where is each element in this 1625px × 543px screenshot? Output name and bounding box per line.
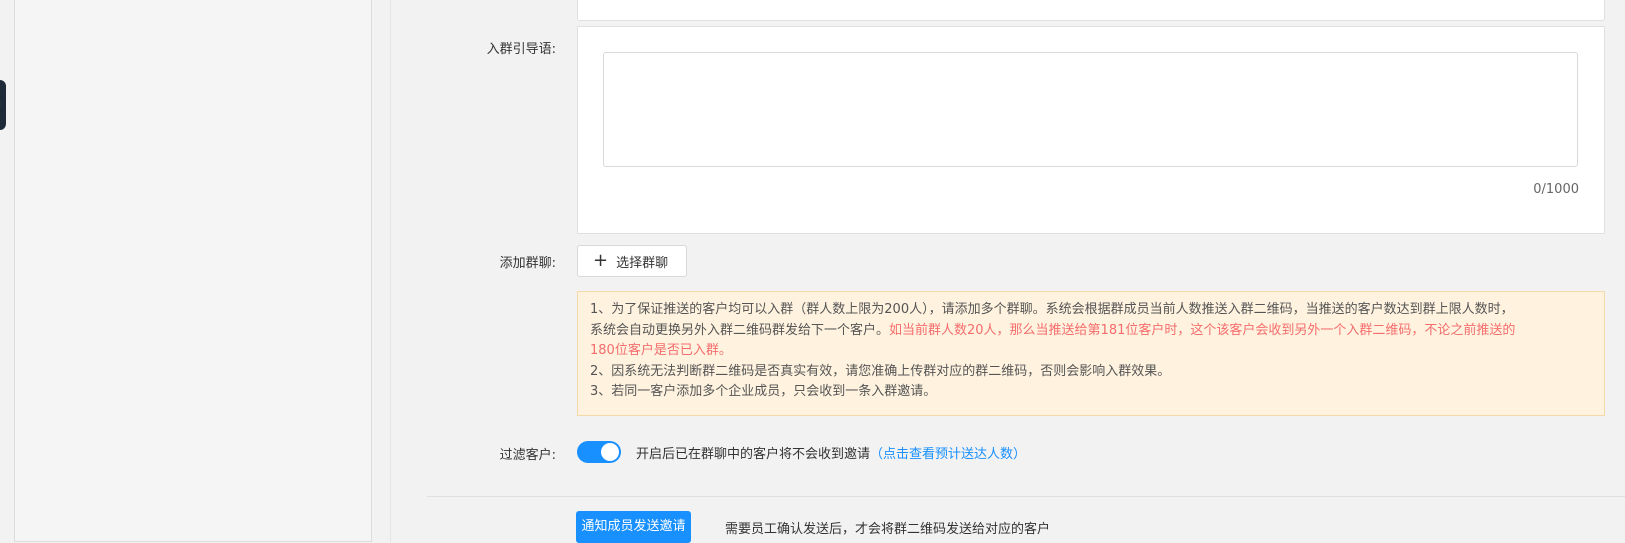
select-group-button[interactable]: + 选择群聊 [577, 245, 687, 277]
previous-field-box [577, 0, 1605, 21]
sidebar-collapse-tab[interactable]: ‹ [0, 80, 6, 130]
divider [427, 496, 1625, 497]
notify-members-button[interactable]: 通知成员发送邀请 [576, 511, 691, 543]
toggle-knob [601, 443, 619, 461]
notice-line-2-text: 系统会自动更换另外入群二维码群发给下一个客户。 [590, 322, 890, 338]
select-group-button-label: 选择群聊 [616, 255, 669, 271]
notify-hint: 需要员工确认发送后，才会将群二维码发送给对应的客户 [725, 522, 1051, 537]
add-group-label: 添加群聊: [499, 256, 556, 271]
chevron-left-icon: ‹ [0, 80, 1, 130]
notice-box: 1、为了保证推送的客户均可以入群（群人数上限为200人），请添加多个群聊。系统会… [577, 291, 1605, 416]
notice-line-2: 系统会自动更换另外入群二维码群发给下一个客户。如当前群人数20人，那么当推送给第… [590, 321, 1592, 342]
notice-line-4: 2、因系统无法判断群二维码是否真实有效，请您准确上传群对应的群二维码，否则会影响… [590, 363, 1171, 379]
filter-text: 开启后已在群聊中的客户将不会收到邀请 [636, 447, 871, 462]
filter-description: 开启后已在群聊中的客户将不会收到邀请（点击查看预计送达人数） [636, 443, 1026, 462]
notice-line-2-red: 如当前群人数20人，那么当推送给第181位客户时，这个该客户会收到另外一个入群二… [889, 322, 1516, 338]
filter-label: 过滤客户: [499, 448, 556, 463]
intro-textarea[interactable] [603, 52, 1578, 167]
char-count: 0/1000 [1533, 182, 1579, 197]
left-panel [14, 0, 372, 542]
notice-line-3: 180位客户是否已入群。 [590, 343, 732, 358]
filter-toggle[interactable] [577, 441, 621, 463]
estimated-reach-link[interactable]: （点击查看预计送达人数） [870, 447, 1026, 462]
notice-line-1: 1、为了保证推送的客户均可以入群（群人数上限为200人），请添加多个群聊。系统会… [590, 302, 1514, 317]
intro-field-container: 0/1000 [577, 26, 1605, 234]
plus-icon: + [593, 250, 609, 271]
intro-label: 入群引导语: [486, 42, 556, 57]
notice-line-5: 3、若同一客户添加多个企业成员，只会收到一条入群邀请。 [590, 384, 937, 399]
